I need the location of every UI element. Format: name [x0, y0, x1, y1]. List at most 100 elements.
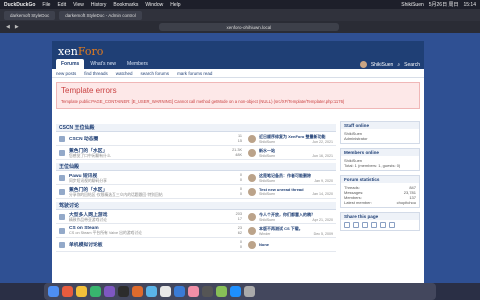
menu-window[interactable]: Window	[145, 2, 163, 8]
forum-title[interactable]: 蕉色门的「水区」	[69, 186, 220, 193]
header-username[interactable]: ShikiSuen	[371, 62, 394, 68]
forum-row[interactable]: CSCN 动态圈 11 15 近日顺序修复为 XenForo 整量新功能 ShikiSu…	[56, 132, 336, 146]
staff-online-block: Staff online ShikiSuen Administrator	[340, 121, 420, 144]
forum-icon	[59, 241, 65, 248]
subnav-mark-read[interactable]: mark forums read	[177, 71, 212, 76]
back-icon[interactable]: ◀	[6, 24, 10, 30]
sidebar: Staff online ShikiSuen Administrator Memb…	[340, 121, 420, 235]
share-icon[interactable]	[380, 222, 386, 228]
last-post-user[interactable]: ShikiSuen	[259, 154, 275, 158]
app-icon[interactable]	[230, 286, 241, 297]
error-message: Template public:PAGE_CONTAINER: [E_USER_…	[61, 99, 345, 104]
forum-row[interactable]: 大型多人网上游戏 精致作品带亚游戏讨论 203 17 今人个开放，你们都塞入的稿？ Shi…	[56, 210, 336, 224]
app-icon[interactable]	[216, 286, 227, 297]
trash-icon[interactable]	[244, 286, 255, 297]
app-icon[interactable]	[146, 286, 157, 297]
share-icon[interactable]	[362, 222, 368, 228]
error-block: Template errors Template public:PAGE_CON…	[56, 82, 420, 109]
forum-row[interactable]: 蕉色门的「水区」 您感觉了口中闲聊有什么 21.3K 48K 新水一站 ShikiSuen…	[56, 146, 336, 160]
finder-icon[interactable]	[48, 286, 59, 297]
forum-row[interactable]: 蕉色门的「水区」 分享你的回帖区·仅限精选互三众内的话题跟回·特别回帖 0 0 Test…	[56, 185, 336, 199]
menu-file[interactable]: File	[42, 2, 50, 8]
browser-tab[interactable]: darkemoft StyleDoc	[4, 10, 56, 20]
forum-row[interactable]: CS on Steam CS on Steam 平台所有 Valve 出的游戏讨论…	[56, 224, 336, 238]
forum-title[interactable]: 单机模拟讨论板	[69, 241, 220, 248]
nav-forums[interactable]: Forums	[56, 59, 85, 69]
error-title: Template errors	[61, 86, 117, 95]
latest-member-link[interactable]: chopitchou	[397, 200, 416, 205]
address-bar: ◀ ▶ xenforo-ohihiuwn.local	[0, 21, 480, 33]
stat-messages: 0	[239, 244, 242, 249]
subnav-watched[interactable]: watched	[116, 71, 133, 76]
forum-title[interactable]: 大型多人网上游戏	[69, 211, 220, 218]
browser-tab[interactable]: darkemoft StyleDoc - Admin control	[59, 10, 142, 20]
staff-online-title: Staff online	[341, 122, 419, 129]
search-icon[interactable]: ⌕	[397, 62, 400, 68]
forum-icon	[59, 135, 65, 142]
mac-menubar: DuckDuckGo File Edit View History Bookma…	[0, 0, 480, 9]
category-header[interactable]: CSCN 王位仙殿	[56, 124, 336, 132]
app-icon[interactable]	[76, 286, 87, 297]
forum-desc: 分享你的回帖区·仅限精选互三众内的话题跟回·特别回帖	[69, 192, 163, 197]
menubar-date: 5月26日 周日	[428, 2, 459, 8]
stat-messages: 48K	[235, 152, 242, 157]
share-icon[interactable]	[371, 222, 377, 228]
forum-title[interactable]: CSCN 动态圈	[69, 135, 220, 142]
avatar[interactable]	[248, 226, 256, 235]
avatar[interactable]	[248, 134, 256, 143]
app-icon[interactable]	[188, 286, 199, 297]
last-post-user[interactable]: ShikiSuen	[259, 140, 275, 144]
avatar[interactable]	[248, 240, 256, 249]
main-nav: Forums What's new Members	[56, 59, 153, 69]
forum-row[interactable]: 单机模拟讨论板 0 0 None	[56, 238, 336, 252]
app-icon[interactable]	[202, 286, 213, 297]
site-logo[interactable]: xenForo	[58, 45, 418, 58]
avatar[interactable]	[248, 212, 256, 221]
forum-icon	[59, 227, 65, 234]
duckduckgo-icon[interactable]	[132, 286, 143, 297]
share-icon[interactable]	[344, 222, 350, 228]
category-header[interactable]: 王位仙殿	[56, 163, 336, 171]
app-menu-name[interactable]: DuckDuckGo	[4, 2, 35, 8]
forum-desc: 精致作品带亚游戏讨论	[69, 217, 107, 222]
share-icon[interactable]	[353, 222, 359, 228]
app-icon[interactable]	[62, 286, 73, 297]
avatar[interactable]	[248, 173, 256, 182]
menu-help[interactable]: Help	[170, 2, 180, 8]
forum-stats-title: Forum statistics	[341, 176, 419, 183]
header-search[interactable]: Search	[404, 62, 420, 68]
menu-bookmarks[interactable]: Bookmarks	[113, 2, 138, 8]
share-icon[interactable]	[389, 222, 395, 228]
app-icon[interactable]	[104, 286, 115, 297]
forum-title[interactable]: 蕉色门的「水区」	[69, 147, 220, 154]
avatar[interactable]	[359, 61, 367, 68]
menu-edit[interactable]: Edit	[57, 2, 66, 8]
app-icon[interactable]	[160, 286, 171, 297]
nav-whats-new[interactable]: What's new	[85, 59, 121, 69]
avatar[interactable]	[248, 187, 256, 196]
forum-title[interactable]: Pawu 短讯视	[69, 172, 220, 179]
last-post-user[interactable]: ShikiSuen	[259, 218, 275, 222]
last-post-title[interactable]: None	[259, 242, 333, 247]
app-icon[interactable]	[90, 286, 101, 297]
last-post-user[interactable]: ShikiSuen	[259, 192, 275, 196]
forum-row[interactable]: Pawu 短讯视 同步短讯视的聊码分享 0 0 这是笔记备员：作者可能删除 ShikiSu…	[56, 171, 336, 185]
url-field[interactable]: xenforo-ohihiuwn.local	[158, 23, 339, 31]
subnav-find-threads[interactable]: find threads	[84, 71, 108, 76]
category-header[interactable]: 驾驶讨论	[56, 202, 336, 210]
subnav-new-posts[interactable]: new posts	[56, 71, 76, 76]
last-post-user[interactable]: ShikiSuen	[259, 179, 275, 183]
menu-view[interactable]: View	[73, 2, 84, 8]
menu-history[interactable]: History	[91, 2, 107, 8]
subnav-search-forums[interactable]: search forums	[141, 71, 170, 76]
app-icon[interactable]	[174, 286, 185, 297]
nav-members[interactable]: Members	[122, 59, 153, 69]
avatar[interactable]	[248, 148, 256, 157]
last-post-time: Apr 21, 2020	[312, 217, 333, 222]
menubar-user[interactable]: ShikiSuen	[401, 2, 424, 8]
last-post-user[interactable]: Winder	[259, 232, 270, 236]
forward-icon[interactable]: ▶	[15, 24, 19, 30]
forum-list: CSCN 王位仙殿 CSCN 动态圈 11 15 近日顺序修复为 XenForo 整量新…	[56, 121, 336, 252]
menubar-time: 15:14	[463, 1, 476, 8]
terminal-icon[interactable]	[118, 286, 129, 297]
